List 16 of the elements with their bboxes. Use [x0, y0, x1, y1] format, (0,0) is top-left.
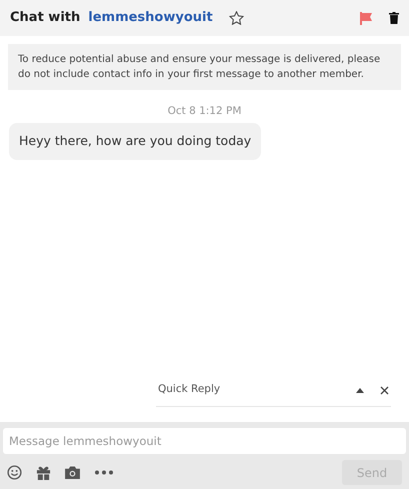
trash-icon[interactable]	[389, 12, 399, 24]
notice-text: To reduce potential abuse and ensure your message is delivered, please do not include contact info in your first message to another member.	[8, 44, 401, 90]
close-icon[interactable]	[380, 386, 389, 395]
more-icon[interactable]	[94, 470, 114, 475]
message-bubble: Heyy there, how are you doing today	[9, 122, 262, 160]
quick-reply-label: Quick Reply	[158, 382, 220, 398]
message-timestamp: Oct 8 1:12 PM	[166, 104, 242, 119]
flag-icon[interactable]	[359, 12, 373, 24]
chat-title: Chat with	[10, 9, 80, 28]
favorite-star-icon[interactable]	[228, 11, 244, 25]
emoji-icon[interactable]	[7, 465, 22, 480]
caret-icon[interactable]	[356, 388, 364, 393]
message-field[interactable]: Message lemmeshowyouit	[3, 428, 406, 454]
gift-icon[interactable]	[36, 465, 51, 480]
camera-icon[interactable]	[65, 466, 80, 479]
username-link[interactable]: lemmeshowyouit	[88, 8, 213, 28]
